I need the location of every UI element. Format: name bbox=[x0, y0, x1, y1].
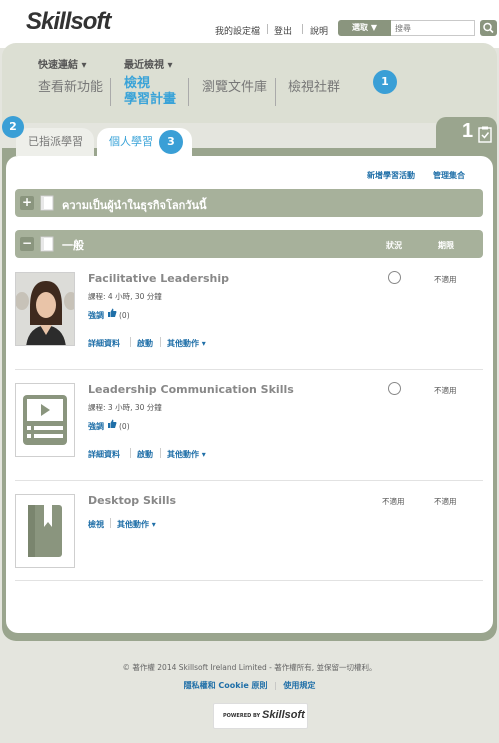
more-actions-link[interactable]: 其他動作 ▾ bbox=[167, 338, 206, 349]
thumbs-up-icon[interactable] bbox=[107, 308, 117, 318]
course-duration: 課程: 4 小時, 30 分鐘 bbox=[88, 292, 162, 301]
column-due-header: 期限 bbox=[438, 241, 454, 250]
due-date: 不適用 bbox=[434, 386, 457, 395]
group-title: ความเป็นผู้นำในธุรกิจโลกวันนี้ bbox=[62, 199, 207, 212]
nav-learning-plan-label: 學習計畫 bbox=[124, 92, 177, 107]
nav-whats-new[interactable]: 查看新功能 bbox=[38, 76, 103, 95]
clipboard-check-icon bbox=[478, 126, 492, 143]
divider bbox=[275, 78, 276, 106]
powered-by-badge[interactable]: POWERED BY Skillsoft bbox=[213, 703, 308, 729]
divider bbox=[130, 448, 131, 458]
callout-badge-2: 2 bbox=[2, 116, 24, 138]
thumbs-up-icon[interactable] bbox=[107, 419, 117, 429]
course-title[interactable]: Leadership Communication Skills bbox=[88, 383, 294, 396]
more-actions-link[interactable]: 其他動作 ▾ bbox=[117, 519, 156, 530]
recently-viewed-menu[interactable]: 最近檢視 ▾ bbox=[124, 56, 173, 71]
person-photo-icon bbox=[16, 273, 74, 345]
like-count: (0) bbox=[119, 311, 130, 320]
group-title: 一般 bbox=[62, 239, 84, 252]
column-status-header: 狀況 bbox=[386, 241, 402, 250]
divider: | bbox=[274, 681, 277, 690]
nav-view-learning-plan[interactable]: 檢視 學習計畫 bbox=[124, 76, 176, 108]
course-title[interactable]: Facilitative Leadership bbox=[88, 272, 229, 285]
course-thumbnail-video[interactable] bbox=[15, 383, 75, 457]
launch-link[interactable]: 啟動 bbox=[137, 338, 153, 349]
row-divider bbox=[15, 580, 483, 581]
my-profile-link[interactable]: 我的設定檔 bbox=[215, 24, 260, 37]
details-link[interactable]: 詳細資料 bbox=[88, 449, 120, 460]
due-date: 不適用 bbox=[434, 497, 457, 506]
status-circle-icon bbox=[388, 382, 401, 395]
divider bbox=[130, 337, 131, 347]
group-bar-expanded[interactable] bbox=[15, 230, 483, 258]
search-icon bbox=[483, 22, 494, 34]
nav-browse-library[interactable]: 瀏覽文件庫 bbox=[202, 76, 267, 95]
collection-icon bbox=[40, 236, 54, 252]
search-scope-select[interactable]: 選取 ▼ bbox=[338, 20, 391, 36]
due-date: 不適用 bbox=[434, 275, 457, 284]
divider bbox=[188, 78, 189, 106]
recommend-link[interactable]: 強調 bbox=[88, 421, 104, 432]
course-duration: 課程: 3 小時, 30 分鐘 bbox=[88, 403, 162, 412]
logout-link[interactable]: 登出 bbox=[274, 24, 292, 37]
quick-links-menu[interactable]: 快速連結 ▾ bbox=[38, 56, 87, 71]
search-input[interactable] bbox=[391, 20, 475, 36]
nav-view-label: 檢視 bbox=[124, 76, 151, 91]
privacy-cookie-link[interactable]: 隱私權和 Cookie 原則 bbox=[184, 681, 268, 690]
status-circle-icon bbox=[388, 271, 401, 284]
divider bbox=[267, 24, 268, 34]
divider bbox=[160, 337, 161, 347]
tab-assigned-learning[interactable]: 已指派學習 bbox=[16, 128, 94, 156]
nav-view-community[interactable]: 檢視社群 bbox=[288, 76, 340, 95]
item-count: 1 bbox=[462, 120, 474, 142]
footer-links: 隱私權和 Cookie 原則 | 使用規定 bbox=[0, 680, 499, 691]
launch-link[interactable]: 啟動 bbox=[137, 449, 153, 460]
course-thumbnail-photo[interactable] bbox=[15, 272, 75, 346]
divider bbox=[110, 518, 111, 528]
recommend-link[interactable]: 強調 bbox=[88, 310, 104, 321]
collection-icon bbox=[40, 195, 54, 211]
like-count: (0) bbox=[119, 422, 130, 431]
search-button[interactable] bbox=[480, 20, 497, 36]
terms-of-use-link[interactable]: 使用規定 bbox=[283, 681, 315, 690]
book-icon bbox=[28, 505, 62, 557]
skillsoft-logo[interactable]: Skillsoft bbox=[26, 8, 111, 36]
divider bbox=[110, 78, 111, 106]
more-actions-link[interactable]: 其他動作 ▾ bbox=[167, 449, 206, 460]
divider bbox=[302, 24, 303, 34]
details-link[interactable]: 詳細資料 bbox=[88, 338, 120, 349]
callout-badge-3: 3 bbox=[159, 130, 183, 154]
collapse-group-button[interactable]: − bbox=[20, 237, 34, 251]
powered-by-logo: Skillsoft bbox=[262, 709, 305, 721]
callout-badge-1: 1 bbox=[373, 70, 397, 94]
help-link[interactable]: 說明 bbox=[310, 24, 328, 37]
video-course-icon bbox=[23, 395, 67, 445]
status-value: 不適用 bbox=[382, 497, 405, 506]
copyright-text: © 著作權 2014 Skillsoft Ireland Limited - 著… bbox=[122, 663, 377, 672]
view-link[interactable]: 檢視 bbox=[88, 519, 104, 530]
row-divider bbox=[15, 369, 483, 370]
course-thumbnail-book[interactable] bbox=[15, 494, 75, 568]
manage-collections-link[interactable]: 管理集合 bbox=[433, 170, 465, 181]
course-title[interactable]: Desktop Skills bbox=[88, 494, 176, 507]
row-divider bbox=[15, 480, 483, 481]
divider bbox=[160, 448, 161, 458]
add-learning-activity-link[interactable]: 新增學習活動 bbox=[367, 170, 415, 181]
expand-group-button[interactable]: + bbox=[20, 196, 34, 210]
powered-by-label: POWERED BY bbox=[223, 713, 261, 719]
